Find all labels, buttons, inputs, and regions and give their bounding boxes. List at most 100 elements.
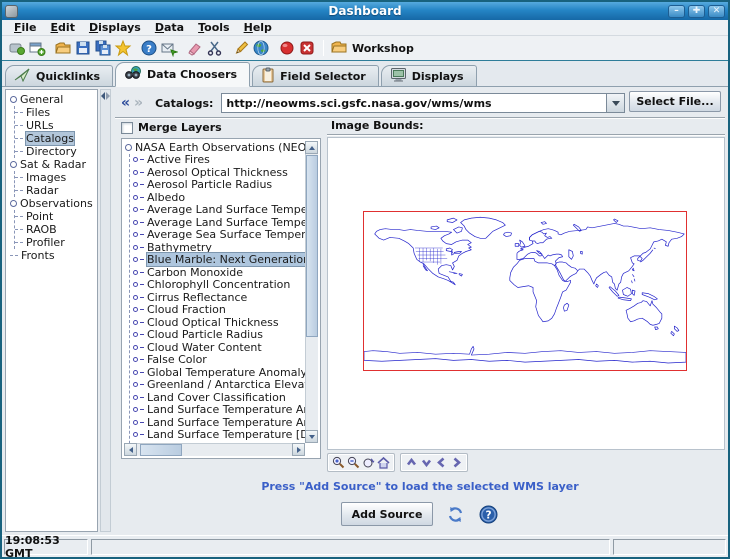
sidebar-item-images[interactable]: Images [15, 171, 97, 184]
tab-quicklinks[interactable]: Quicklinks [5, 65, 113, 86]
catalog-url-value[interactable]: http://neowms.sci.gsfc.nasa.gov/wms/wms [222, 94, 606, 112]
wms-layer-item[interactable]: Greenland / Antarctica Elevation [130, 379, 305, 392]
merge-layers-checkbox[interactable] [121, 122, 133, 134]
hscroll-thumb[interactable] [140, 444, 182, 456]
globe-icon[interactable] [251, 39, 271, 57]
save-icon[interactable] [73, 39, 93, 57]
wms-layer-item[interactable]: Average Sea Surface Temperatur [130, 229, 305, 242]
support-mail-icon[interactable] [159, 39, 179, 57]
wms-layer-item[interactable]: Cloud Water Content [130, 341, 305, 354]
wms-layer-item[interactable]: False Color [130, 354, 305, 367]
wms-layer-item[interactable]: Aerosol Optical Thickness [130, 166, 305, 179]
zoom-out-icon[interactable] [346, 455, 361, 470]
record-icon[interactable] [277, 39, 297, 57]
add-source-button[interactable]: Add Source [341, 502, 433, 526]
wms-layer-item[interactable]: Cloud Fraction [130, 304, 305, 317]
eraser-icon[interactable] [185, 39, 205, 57]
tree-expand-handle-icon[interactable] [10, 96, 17, 103]
stop-icon[interactable] [297, 39, 317, 57]
sidebar-item-observations[interactable]: Observations [10, 197, 97, 210]
wms-layer-item[interactable]: Average Land Surface Temperatu [130, 204, 305, 217]
menu-displays[interactable]: Displays [82, 21, 148, 34]
favorites-star-icon[interactable] [113, 39, 133, 57]
tree-expand-handle-icon[interactable] [10, 161, 17, 168]
scroll-right-icon[interactable] [292, 443, 305, 456]
vscroll-thumb[interactable] [306, 155, 318, 337]
wms-layer-item[interactable]: Cloud Optical Thickness [130, 316, 305, 329]
menu-help[interactable]: Help [237, 21, 279, 34]
tab-field-selector[interactable]: Field Selector [252, 65, 379, 86]
minimize-button[interactable]: – [668, 5, 685, 18]
pan-right-icon[interactable] [449, 455, 464, 470]
scroll-left-icon[interactable] [124, 443, 137, 456]
sidebar-item-directory[interactable]: Directory [15, 145, 97, 158]
cut-icon[interactable] [205, 39, 225, 57]
sidebar-item-general[interactable]: General [10, 93, 97, 106]
wms-layer-item[interactable]: Cirrus Reflectance [130, 291, 305, 304]
wms-tree-root[interactable]: NASA Earth Observations (NEO) WMS [124, 141, 305, 154]
catalog-url-combobox[interactable]: http://neowms.sci.gsfc.nasa.gov/wms/wms [221, 93, 625, 113]
wms-layer-item[interactable]: Blue Marble: Next Generation [130, 254, 305, 267]
zoom-in-icon[interactable] [331, 455, 346, 470]
layer-tree-vscrollbar[interactable] [305, 141, 318, 443]
new-window-icon[interactable] [27, 39, 47, 57]
catalog-dropdown-button[interactable] [606, 94, 624, 112]
dashboard-icon[interactable] [7, 39, 27, 57]
splitter-collapse-icon[interactable] [101, 92, 105, 100]
scroll-up-icon[interactable] [305, 141, 318, 154]
workshop-group[interactable]: Workshop [330, 39, 414, 58]
wms-layer-item[interactable]: Active Fires [130, 154, 305, 167]
wms-layer-item[interactable]: Land Surface Temperature Anom [130, 404, 305, 417]
wms-layer-item[interactable]: Land Surface Temperature [Day] [130, 429, 305, 442]
tree-expand-handle-icon[interactable] [125, 144, 132, 151]
sidebar-item-fronts[interactable]: Fronts [10, 249, 97, 262]
refresh-icon[interactable] [445, 504, 466, 525]
open-folder-icon[interactable] [53, 39, 73, 57]
menu-file[interactable]: File [7, 21, 44, 34]
tab-data-choosers[interactable]: Data Choosers [115, 62, 250, 87]
sidebar-item-catalogs[interactable]: Catalogs [15, 132, 97, 145]
wms-layer-item[interactable]: Cloud Particle Radius [130, 329, 305, 342]
menu-tools[interactable]: Tools [191, 21, 236, 34]
sidebar-item-sat-radar[interactable]: Sat & Radar [10, 158, 97, 171]
wms-layer-item[interactable]: Average Land Surface Temperatu [130, 216, 305, 229]
maximize-button[interactable]: ✚ [688, 5, 705, 18]
zoom-reset-icon[interactable] [361, 455, 376, 470]
wms-layer-item[interactable]: Chlorophyll Concentration [130, 279, 305, 292]
sidebar-item-point[interactable]: Point [15, 210, 97, 223]
home-icon[interactable] [376, 455, 391, 470]
wms-layer-item[interactable]: Aerosol Particle Radius [130, 179, 305, 192]
help-circle-icon[interactable]: ? [478, 504, 499, 525]
layer-tree-hscrollbar[interactable] [124, 443, 305, 456]
history-back-icon[interactable]: « [119, 93, 132, 113]
select-file-button[interactable]: Select File... [629, 91, 721, 112]
wms-layer-item[interactable]: Land Surface Temperature Anom [130, 416, 305, 429]
pan-left-icon[interactable] [434, 455, 449, 470]
menu-data[interactable]: Data [148, 21, 191, 34]
tree-expand-handle-icon[interactable] [10, 200, 17, 207]
wms-layer-item[interactable]: Carbon Monoxide [130, 266, 305, 279]
sidebar-item-profiler[interactable]: Profiler [15, 236, 97, 249]
splitter-expand-icon[interactable] [106, 92, 110, 100]
image-bounds-rect[interactable] [363, 211, 687, 371]
wms-layer-item[interactable]: Bathymetry [130, 241, 305, 254]
scroll-down-icon[interactable] [305, 430, 318, 443]
edit-pencil-icon[interactable] [231, 39, 251, 57]
sidebar-splitter[interactable] [100, 89, 111, 532]
save-as-icon[interactable] [93, 39, 113, 57]
menu-edit[interactable]: Edit [44, 21, 82, 34]
wms-layer-item[interactable]: Global Temperature Anomaly [130, 366, 305, 379]
title-bar[interactable]: Dashboard – ✚ ✕ [2, 2, 728, 20]
sidebar-item-radar[interactable]: Radar [15, 184, 97, 197]
close-button[interactable]: ✕ [708, 5, 725, 18]
help-icon[interactable]: ? [139, 39, 159, 57]
sidebar-item-raob[interactable]: RAOB [15, 223, 97, 236]
history-forward-icon[interactable]: » [132, 93, 145, 113]
sidebar-item-urls[interactable]: URLs [15, 119, 97, 132]
tab-displays[interactable]: Displays [381, 65, 477, 86]
pan-up-icon[interactable] [404, 455, 419, 470]
map-preview-area[interactable] [327, 137, 725, 450]
wms-layer-item[interactable]: Land Cover Classification [130, 391, 305, 404]
wms-layer-item[interactable]: Albedo [130, 191, 305, 204]
sidebar-item-files[interactable]: Files [15, 106, 97, 119]
